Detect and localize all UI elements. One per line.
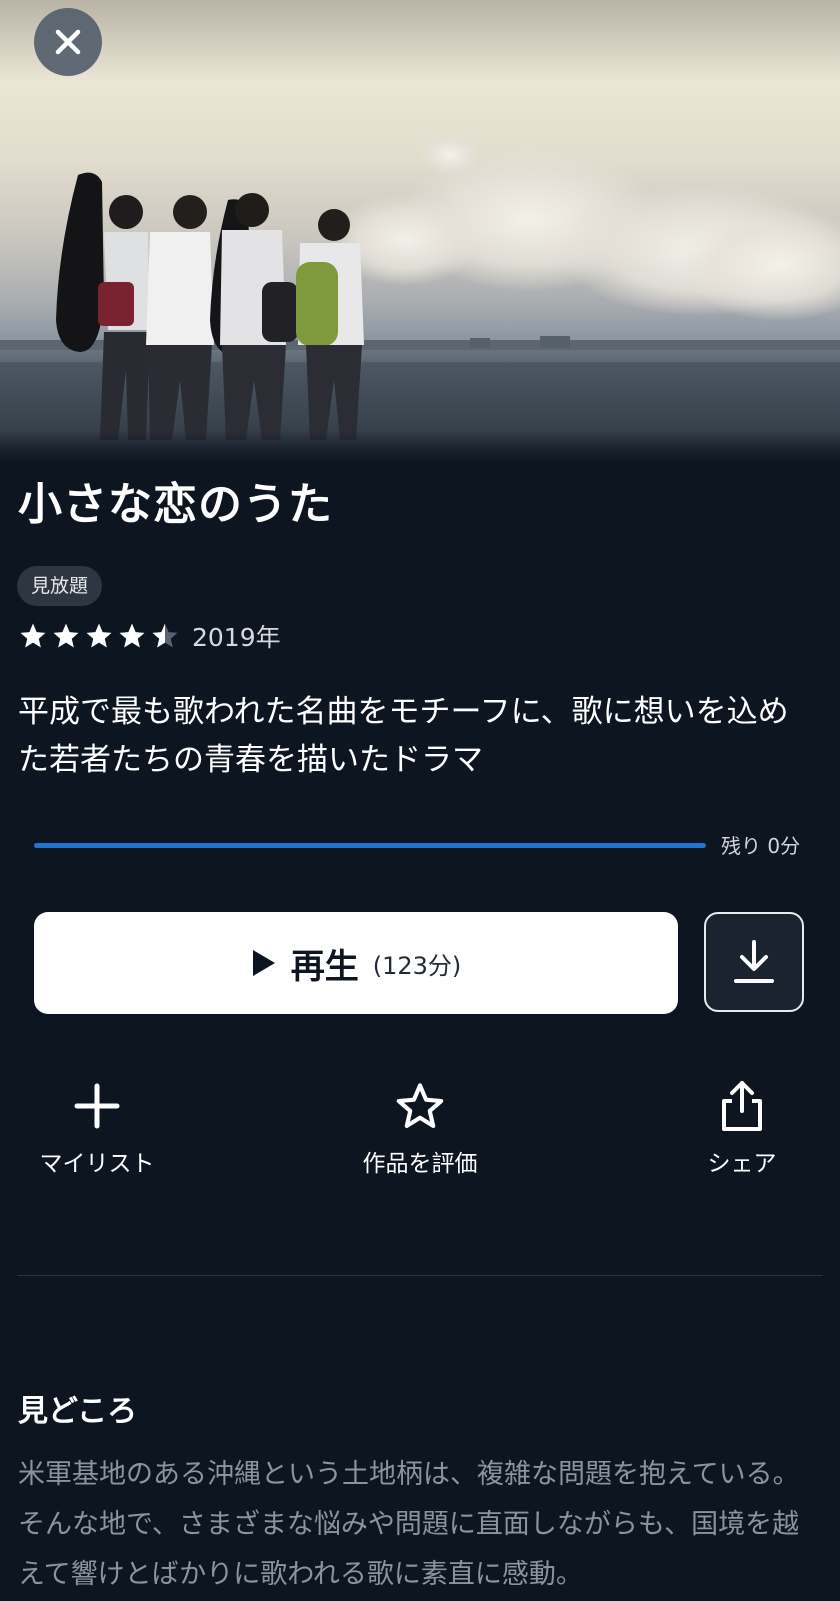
release-year: 2019年 [192, 623, 281, 652]
share-button[interactable]: シェア [642, 1078, 840, 1178]
availability-badge: 見放題 [17, 566, 103, 606]
download-button[interactable] [704, 912, 804, 1012]
star-half-icon [152, 623, 178, 648]
hero-image [0, 0, 840, 460]
synopsis: 平成で最も歌われた名曲をモチーフに、歌に想いを込めた若者たちの青春を描いたドラマ [18, 694, 789, 778]
mylist-label: マイリスト [39, 1151, 155, 1177]
play-icon [252, 950, 275, 976]
section-divider [17, 1275, 823, 1276]
play-button[interactable]: 再生 (123分) [34, 912, 678, 1014]
rating-row: 2019年 [18, 618, 281, 654]
download-icon [734, 940, 774, 983]
page-title: 小さな恋のうた [18, 479, 333, 530]
play-duration: (123分) [372, 951, 462, 980]
star-full-icon [53, 623, 79, 648]
remaining-time: 残り 0分 [721, 834, 801, 858]
plus-icon [74, 1083, 120, 1129]
share-label: シェア [707, 1151, 777, 1177]
rate-title-label: 作品を評価 [362, 1151, 478, 1177]
hero-figures [0, 172, 840, 440]
star-full-icon [20, 623, 46, 648]
watch-progress-bar [34, 843, 706, 848]
close-icon [55, 29, 81, 55]
star-full-icon [86, 623, 112, 648]
star-full-icon [119, 623, 145, 648]
highlights-title: 見どころ [18, 1394, 138, 1429]
mylist-button[interactable]: マイリスト [0, 1078, 197, 1178]
rate-title-button[interactable]: 作品を評価 [320, 1078, 520, 1178]
close-button[interactable] [34, 8, 102, 76]
share-icon [722, 1081, 762, 1131]
star-rating [18, 621, 180, 651]
highlights-body: 米軍基地のある沖縄という土地柄は、複雑な問題を抱えている。そんな地で、さまざまな… [18, 1459, 800, 1590]
star-outline-icon [396, 1083, 444, 1128]
play-label: 再生 [290, 946, 359, 987]
